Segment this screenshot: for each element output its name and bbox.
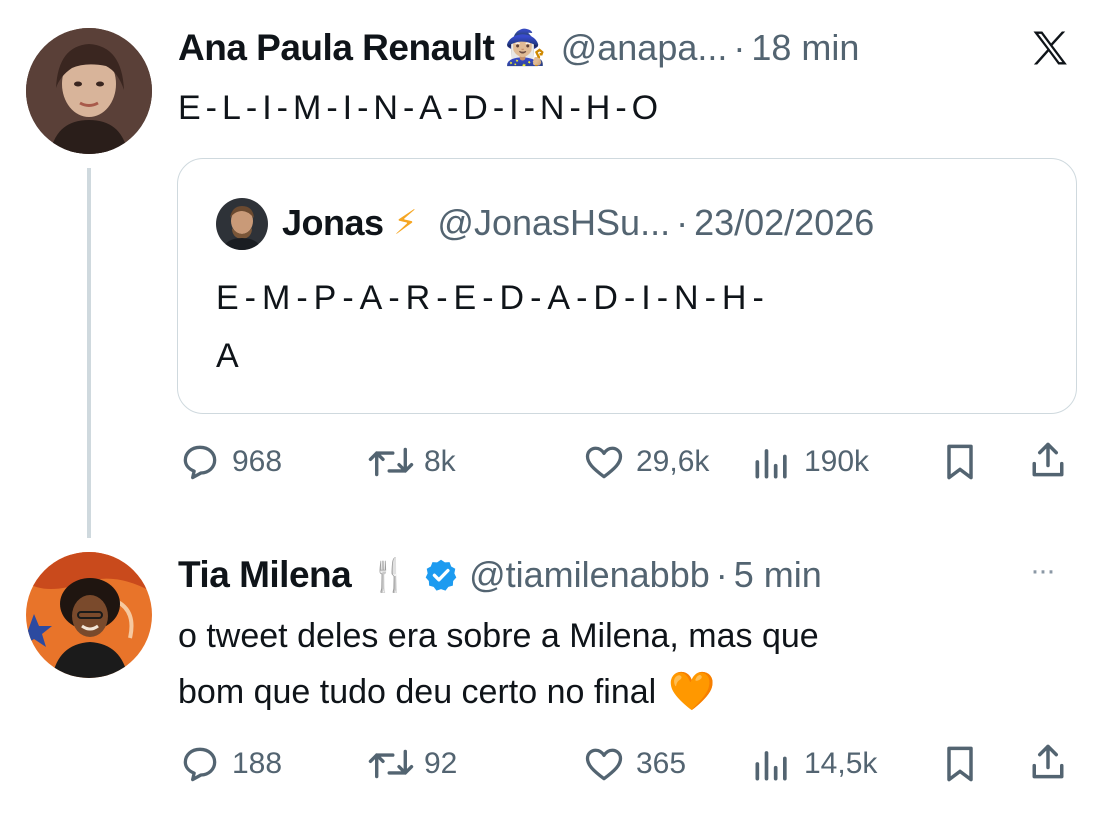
- retweet-icon: [368, 447, 414, 477]
- tweet-2-text-line-1: o tweet deles era sobre a Milena, mas qu…: [178, 617, 819, 655]
- tweet-2-text-line-2-content: bom que tudo deu certo no final: [178, 673, 657, 711]
- views-count: 190k: [804, 445, 870, 478]
- like-count: 29,6k: [636, 445, 710, 478]
- like-count: 365: [636, 747, 687, 780]
- reply-button[interactable]: 188: [178, 742, 282, 786]
- quoted-date: 23/02/2026: [694, 202, 875, 243]
- quoted-handle: @JonasHSu...: [437, 202, 671, 243]
- retweet-button[interactable]: 8k: [366, 440, 456, 484]
- retweet-icon: [368, 749, 414, 779]
- quoted-text-line-1: E-M-P-A-R-E-D-A-D-I-N-H-: [216, 279, 770, 317]
- orange-heart-emoji-icon: 🧡: [668, 671, 716, 713]
- more-options-icon[interactable]: ···: [1030, 554, 1056, 588]
- like-icon: [585, 748, 623, 781]
- reply-count: 188: [232, 747, 283, 780]
- timestamp[interactable]: 18 min: [751, 27, 859, 69]
- retweet-count: 92: [424, 747, 458, 780]
- reply-count: 968: [232, 445, 283, 478]
- views-icon: [755, 449, 787, 479]
- separator-dot: ·: [676, 202, 689, 243]
- share-button[interactable]: [1026, 740, 1070, 789]
- tweet-1-header: Ana Paula Renault 🧙🏼‍♀️ @anapa... · 18 m…: [178, 24, 859, 72]
- display-name[interactable]: Tia Milena: [178, 554, 352, 596]
- display-name[interactable]: Ana Paula Renault: [178, 27, 495, 69]
- handle[interactable]: @tiamilenabbb: [469, 554, 710, 596]
- separator-dot: ·: [715, 554, 728, 595]
- share-button[interactable]: [1026, 438, 1070, 487]
- bookmark-button[interactable]: [938, 440, 982, 489]
- share-icon: [1032, 744, 1064, 779]
- retweet-count: 8k: [424, 445, 456, 478]
- views-count: 14,5k: [804, 747, 878, 780]
- avatar-jonas: [216, 198, 268, 250]
- views-icon: [755, 751, 787, 781]
- views-button[interactable]: 14,5k: [750, 742, 877, 786]
- tweet-2-text-line-2: bom que tudo deu certo no final 🧡: [178, 664, 716, 720]
- lightning-emoji-icon: ⚡: [393, 204, 418, 242]
- quoted-display-name: Jonas: [282, 202, 384, 243]
- timestamp[interactable]: 5 min: [734, 554, 822, 596]
- bookmark-icon: [947, 746, 973, 782]
- bookmark-icon: [947, 444, 973, 480]
- reply-button[interactable]: 968: [178, 440, 282, 484]
- like-button[interactable]: 365: [582, 742, 686, 786]
- like-icon: [585, 446, 623, 479]
- tweet-2-header: Tia Milena 🍴 @tiamilenabbb · 5 min: [178, 550, 822, 600]
- share-icon: [1032, 442, 1064, 477]
- like-button[interactable]: 29,6k: [582, 440, 709, 484]
- reply-icon: [183, 445, 217, 480]
- wizard-emoji-icon: 🧙🏼‍♀️: [504, 29, 547, 67]
- avatar-ana-paula[interactable]: [26, 28, 152, 154]
- bookmark-button[interactable]: [938, 742, 982, 791]
- quoted-text-line-2: A: [216, 337, 239, 375]
- verified-badge-icon: [423, 557, 459, 593]
- avatar-tia-milena[interactable]: [26, 552, 152, 678]
- quoted-tweet-header: Jonas ⚡ @JonasHSu... · 23/02/2026: [282, 198, 874, 248]
- retweet-button[interactable]: 92: [366, 742, 457, 786]
- tweet-1-text: E-L-I-M-I-N-A-D-I-N-H-O: [178, 89, 664, 127]
- fork-knife-emoji-icon: 🍴: [369, 557, 410, 593]
- x-logo-icon[interactable]: [1028, 26, 1072, 70]
- views-button[interactable]: 190k: [750, 440, 869, 484]
- handle[interactable]: @anapa...: [561, 27, 728, 69]
- reply-icon: [183, 747, 217, 782]
- thread-connector-line: [87, 168, 91, 538]
- separator-dot: ·: [733, 27, 746, 68]
